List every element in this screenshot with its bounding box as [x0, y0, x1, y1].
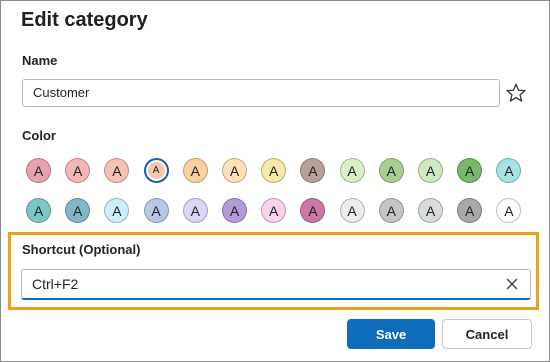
color-swatch[interactable]: A [26, 158, 51, 183]
color-swatch[interactable]: A [339, 158, 365, 183]
color-swatch[interactable]: A [339, 198, 365, 223]
color-swatch[interactable]: A [26, 198, 51, 223]
color-swatch[interactable]: A [182, 198, 208, 223]
name-input[interactable]: Customer [22, 79, 500, 107]
color-swatch[interactable]: A [418, 198, 443, 223]
name-label: Name [22, 53, 58, 68]
color-swatch[interactable]: A [222, 198, 247, 223]
color-swatch[interactable]: A [378, 158, 404, 183]
shortcut-label: Shortcut (Optional) [22, 242, 141, 257]
color-swatch[interactable]: A [222, 158, 247, 183]
star-outline-icon[interactable] [505, 82, 527, 104]
cancel-button[interactable]: Cancel [442, 319, 532, 349]
shortcut-input[interactable]: Ctrl+F2 [21, 269, 531, 300]
color-label: Color [22, 128, 56, 143]
close-icon[interactable] [505, 277, 519, 291]
color-swatch[interactable]: A [182, 158, 208, 183]
color-swatch[interactable]: A [143, 158, 169, 183]
color-swatch[interactable]: A [378, 198, 404, 223]
save-button[interactable]: Save [347, 319, 435, 349]
color-swatch[interactable]: A [143, 198, 169, 223]
dialog-title: Edit category [21, 9, 148, 31]
color-swatch[interactable]: A [418, 158, 443, 183]
